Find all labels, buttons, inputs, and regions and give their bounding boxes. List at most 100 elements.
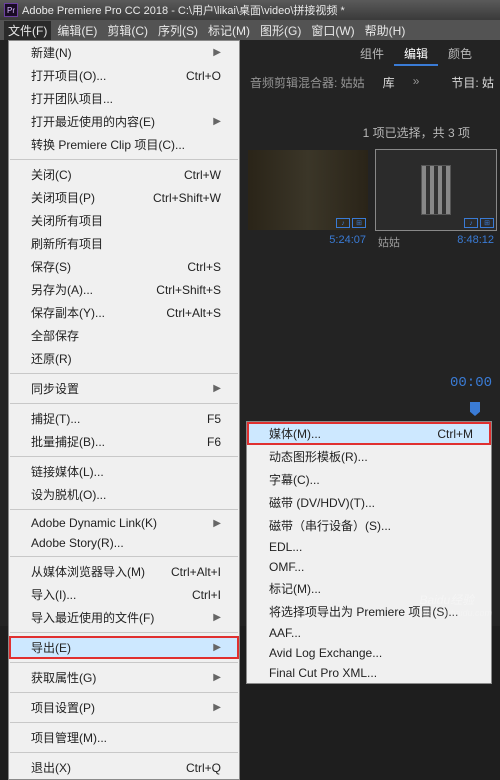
file-menu-item[interactable]: 导入(I)...Ctrl+I <box>9 583 239 606</box>
file-menu-item[interactable]: 转换 Premiere Clip 项目(C)... <box>9 133 239 156</box>
export-menu-item[interactable]: 字幕(C)... <box>247 468 491 491</box>
file-menu-item[interactable]: 项目设置(P)▶ <box>9 696 239 719</box>
clip-duration: 5:24:07 <box>329 234 366 246</box>
menu-separator <box>10 632 238 633</box>
file-menu-item[interactable]: 保存副本(Y)...Ctrl+Alt+S <box>9 301 239 324</box>
menu-item-shortcut: Ctrl+Shift+S <box>156 283 221 297</box>
bin-item[interactable]: ♪⊞ 姑姑 8:48:12 <box>376 150 496 250</box>
file-menu-item[interactable]: 项目管理(M)... <box>9 726 239 749</box>
watermark-text: Baidu经验 <box>419 593 474 607</box>
menu-item-label: 磁带 (DV/HDV)(T)... <box>269 494 375 511</box>
subtab-more[interactable]: » <box>413 74 420 91</box>
menu-item-shortcut: Ctrl+Shift+W <box>153 191 221 205</box>
submenu-arrow-icon: ▶ <box>213 702 221 713</box>
clip-duration: 8:48:12 <box>457 234 494 250</box>
menu-item-label: 捕捉(T)... <box>31 410 80 427</box>
menu-file[interactable]: 文件(F) <box>4 21 51 40</box>
export-menu-item[interactable]: AAF... <box>247 623 491 643</box>
export-menu-item[interactable]: 动态图形模板(R)... <box>247 445 491 468</box>
playhead-marker-icon[interactable] <box>470 402 480 416</box>
file-menu-item[interactable]: 打开团队项目... <box>9 87 239 110</box>
tab-color[interactable]: 颜色 <box>438 40 482 66</box>
menu-separator <box>10 373 238 374</box>
file-menu-item[interactable]: 关闭项目(P) Ctrl+Shift+W <box>9 186 239 209</box>
file-menu-item[interactable]: 设为脱机(O)... <box>9 483 239 506</box>
file-menu-dropdown: 新建(N)▶打开项目(O)...Ctrl+O打开团队项目...打开最近使用的内容… <box>8 40 240 780</box>
file-menu-item[interactable]: 捕捉(T)...F5 <box>9 407 239 430</box>
export-menu-item[interactable]: EDL... <box>247 537 491 557</box>
bin-thumbnails: ♪⊞ 5:24:07 ♪⊞ 姑姑 8:48:12 <box>248 150 496 250</box>
tab-edit[interactable]: 编辑 <box>394 40 438 66</box>
export-menu-item[interactable]: 磁带（串行设备）(S)... <box>247 514 491 537</box>
app-icon: Pr <box>4 3 18 17</box>
file-menu-item[interactable]: 打开最近使用的内容(E)▶ <box>9 110 239 133</box>
file-menu-item[interactable]: Adobe Dynamic Link(K)▶ <box>9 513 239 533</box>
menu-item-label: 保存(S) <box>31 258 71 275</box>
file-menu-item[interactable]: 另存为(A)...Ctrl+Shift+S <box>9 278 239 301</box>
menu-item-shortcut: Ctrl+O <box>186 69 221 83</box>
menu-item-shortcut: Ctrl+M <box>437 427 473 441</box>
menu-sequence[interactable]: 序列(S) <box>154 21 202 40</box>
file-menu-item[interactable]: 还原(R) <box>9 347 239 370</box>
menu-item-label: 关闭项目(P) <box>31 189 95 206</box>
menu-item-shortcut: Ctrl+W <box>184 168 221 182</box>
program-panel-label[interactable]: 节目: 姑 <box>451 74 494 91</box>
file-menu-item[interactable]: 关闭(C) Ctrl+W <box>9 163 239 186</box>
file-menu-item[interactable]: 获取属性(G)▶ <box>9 666 239 689</box>
menu-item-label: 同步设置 <box>31 380 79 397</box>
menubar: 文件(F) 编辑(E) 剪辑(C) 序列(S) 标记(M) 图形(G) 窗口(W… <box>0 20 500 40</box>
menu-separator <box>10 403 238 404</box>
subtab-library[interactable]: 库 <box>383 74 395 91</box>
menu-window[interactable]: 窗口(W) <box>307 21 358 40</box>
file-menu-item[interactable]: 刷新所有项目 <box>9 232 239 255</box>
file-menu-item[interactable]: 全部保存 <box>9 324 239 347</box>
video-badge-icon: ⊞ <box>480 218 494 228</box>
tab-component[interactable]: 组件 <box>350 40 394 66</box>
clip-name: 姑姑 <box>378 234 400 250</box>
export-menu-item[interactable]: OMF... <box>247 557 491 577</box>
selection-status: 1 项已选择，共 3 项 <box>363 124 470 141</box>
menu-graphics[interactable]: 图形(G) <box>256 21 305 40</box>
window-title: Adobe Premiere Pro CC 2018 - C:\用户\likai… <box>22 2 345 18</box>
thumbnail-image: ♪⊞ <box>248 150 368 230</box>
file-menu-item[interactable]: 批量捕捉(B)...F6 <box>9 430 239 453</box>
menu-item-label: AAF... <box>269 626 301 640</box>
watermark: Baidu经验 jingyan.baidu.com <box>419 591 492 618</box>
menu-item-label: 从媒体浏览器导入(M) <box>31 563 145 580</box>
bin-item[interactable]: ♪⊞ 5:24:07 <box>248 150 368 250</box>
file-menu-item[interactable]: 导出(E)▶ <box>9 636 239 659</box>
menu-item-label: 转换 Premiere Clip 项目(C)... <box>31 136 185 153</box>
menu-item-label: 打开最近使用的内容(E) <box>31 113 155 130</box>
export-menu-item[interactable]: Avid Log Exchange... <box>247 643 491 663</box>
file-menu-item[interactable]: 链接媒体(L)... <box>9 460 239 483</box>
subtab-audiomixer[interactable]: 音频剪辑混合器: 姑姑 <box>250 74 365 91</box>
menu-clip[interactable]: 剪辑(C) <box>103 21 152 40</box>
menu-item-label: 关闭(C) <box>31 166 72 183</box>
export-menu-item[interactable]: Final Cut Pro XML... <box>247 663 491 683</box>
menu-item-label: 链接媒体(L)... <box>31 463 104 480</box>
menu-item-label: 关闭所有项目 <box>31 212 103 229</box>
file-menu-item[interactable]: 退出(X)Ctrl+Q <box>9 756 239 779</box>
submenu-arrow-icon: ▶ <box>213 642 221 653</box>
file-menu-item[interactable]: 从媒体浏览器导入(M) Ctrl+Alt+I <box>9 560 239 583</box>
file-menu-item[interactable]: Adobe Story(R)... <box>9 533 239 553</box>
menu-edit[interactable]: 编辑(E) <box>53 21 101 40</box>
menu-item-shortcut: Ctrl+Alt+I <box>171 565 221 579</box>
thumbnail-image: ♪⊞ <box>376 150 496 230</box>
timecode-display[interactable]: 00:00 <box>450 375 492 391</box>
file-menu-item[interactable]: 同步设置▶ <box>9 377 239 400</box>
menu-item-shortcut: Ctrl+I <box>192 588 221 602</box>
menu-item-label: 导入最近使用的文件(F) <box>31 609 154 626</box>
file-menu-item[interactable]: 新建(N)▶ <box>9 41 239 64</box>
menu-item-shortcut: Ctrl+S <box>187 260 221 274</box>
file-menu-item[interactable]: 关闭所有项目 <box>9 209 239 232</box>
file-menu-item[interactable]: 保存(S) Ctrl+S <box>9 255 239 278</box>
menu-item-label: 还原(R) <box>31 350 72 367</box>
menu-marker[interactable]: 标记(M) <box>204 21 254 40</box>
submenu-arrow-icon: ▶ <box>213 47 221 58</box>
file-menu-item[interactable]: 打开项目(O)...Ctrl+O <box>9 64 239 87</box>
menu-help[interactable]: 帮助(H) <box>361 21 410 40</box>
export-menu-item[interactable]: 磁带 (DV/HDV)(T)... <box>247 491 491 514</box>
export-menu-item[interactable]: 媒体(M)...Ctrl+M <box>247 422 491 445</box>
menu-item-label: 退出(X) <box>31 759 71 776</box>
